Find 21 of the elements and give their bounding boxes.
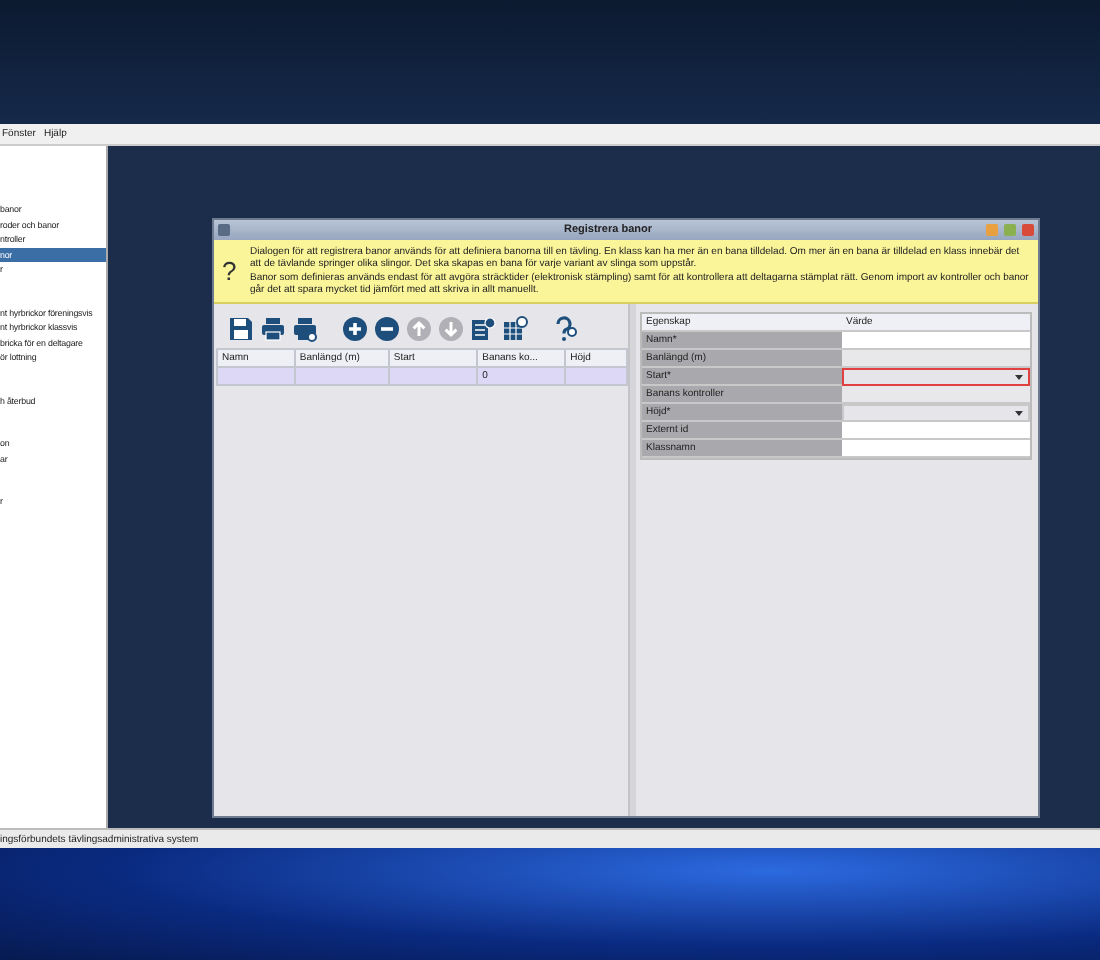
dropdown-field[interactable] [842,404,1030,422]
input-field[interactable] [842,422,1030,440]
question-mark-icon: ? [222,256,242,286]
window-menu-icon[interactable] [218,224,230,236]
caret-icon [1014,408,1024,418]
caret-icon [1014,372,1024,382]
minimize-button[interactable] [986,224,998,236]
input-field[interactable] [842,332,1030,350]
printer-button[interactable] [260,316,286,342]
minus-button[interactable] [374,316,400,342]
close-button[interactable] [1022,224,1034,236]
table-button[interactable] [502,316,528,342]
printer-button[interactable] [292,316,318,342]
dropdown-field[interactable] [842,368,1030,386]
splitter-handle[interactable] [628,304,636,816]
help-button[interactable] [552,316,578,342]
save-button[interactable] [228,316,254,342]
plus-button[interactable] [342,316,368,342]
input-field[interactable] [842,440,1030,458]
maximize-button[interactable] [1004,224,1016,236]
document-list-button[interactable] [470,316,496,342]
